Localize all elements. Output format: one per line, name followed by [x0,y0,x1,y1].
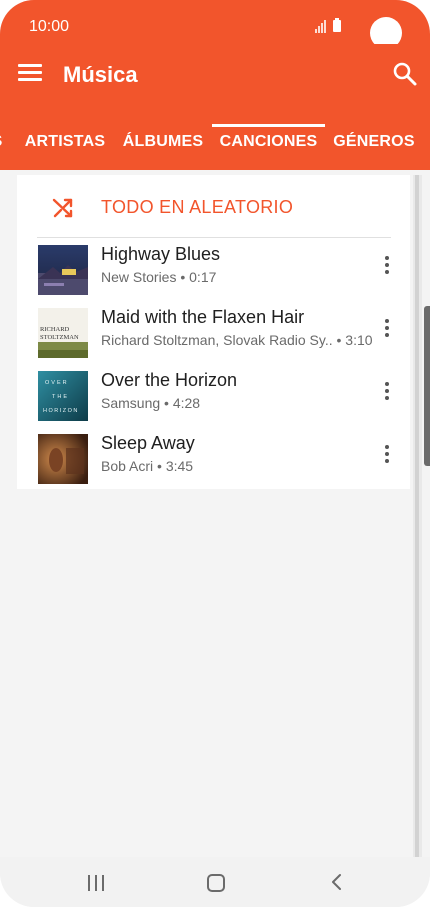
app-bar: Música S ARTISTAS ÁLBUMES CANCIONES GÉNE… [0,44,430,170]
recents-icon[interactable] [86,875,106,891]
edge-panel-handle[interactable] [424,306,430,466]
tab-partial[interactable]: S [0,128,4,170]
tab-selected-indicator [212,124,325,127]
over-the-horizon-art: OVER THE HORIZON [38,371,88,421]
highway-blues-art [38,245,88,295]
song-meta: Bob Acri • 3:45 [101,458,194,474]
song-row[interactable]: Highway Blues New Stories • 0:17 [17,238,410,295]
sleep-away-art [38,434,88,484]
svg-text:RICHARD: RICHARD [40,326,70,333]
back-icon[interactable] [330,873,342,891]
song-meta: New Stories • 0:17 [101,269,217,285]
song-title: Maid with the Flaxen Hair [101,307,305,327]
song-row[interactable]: OVER THE HORIZON Over the Horizon Samsun… [17,364,410,421]
tab-bar: S ARTISTAS ÁLBUMES CANCIONES GÉNEROS [0,128,430,170]
tab-canciones[interactable]: CANCIONES [212,128,325,170]
home-icon[interactable] [207,874,225,892]
page-title: Música [63,62,138,87]
svg-text:OVER: OVER [45,380,69,386]
search-icon[interactable] [392,61,418,87]
scrollbar[interactable] [415,175,419,857]
svg-text:THE: THE [52,394,69,400]
song-row[interactable]: Sleep Away Bob Acri • 3:45 [17,427,410,484]
svg-text:HORIZON: HORIZON [43,408,79,414]
shuffle-all-label: TODO EN ALEATORIO [101,197,294,217]
battery-icon [333,18,341,32]
shuffle-all-button[interactable]: TODO EN ALEATORIO [17,175,410,237]
song-meta: Samsung • 4:28 [101,395,201,411]
more-vert-icon[interactable] [379,445,395,471]
more-vert-icon[interactable] [379,319,395,345]
song-row[interactable]: RICHARD STOLTZMAN Maid with the Flaxen H… [17,301,410,358]
song-list: TODO EN ALEATORIO Highway Blues New Stor… [17,175,410,489]
more-vert-icon[interactable] [379,382,395,408]
svg-text:STOLTZMAN: STOLTZMAN [40,334,79,341]
tab-albumes[interactable]: ÁLBUMES [118,128,208,170]
menu-icon[interactable] [18,64,42,84]
navigation-bar [0,857,430,907]
song-title: Highway Blues [101,244,221,264]
tab-generos[interactable]: GÉNEROS [330,128,418,170]
more-vert-icon[interactable] [379,256,395,282]
maid-flaxen-hair-art: RICHARD STOLTZMAN [38,308,88,358]
song-meta: Richard Stoltzman, Slovak Radio Sy.. • 3… [101,332,373,348]
song-title: Sleep Away [101,433,195,453]
shuffle-icon [52,198,73,218]
song-title: Over the Horizon [101,370,238,390]
status-bar: 10:00 [0,0,430,49]
tab-artistas[interactable]: ARTISTAS [20,128,110,170]
phone-screen: 10:00 Música S ARTISTAS ÁLBUMES CANCIONE… [0,0,430,907]
status-time: 10:00 [29,18,70,35]
